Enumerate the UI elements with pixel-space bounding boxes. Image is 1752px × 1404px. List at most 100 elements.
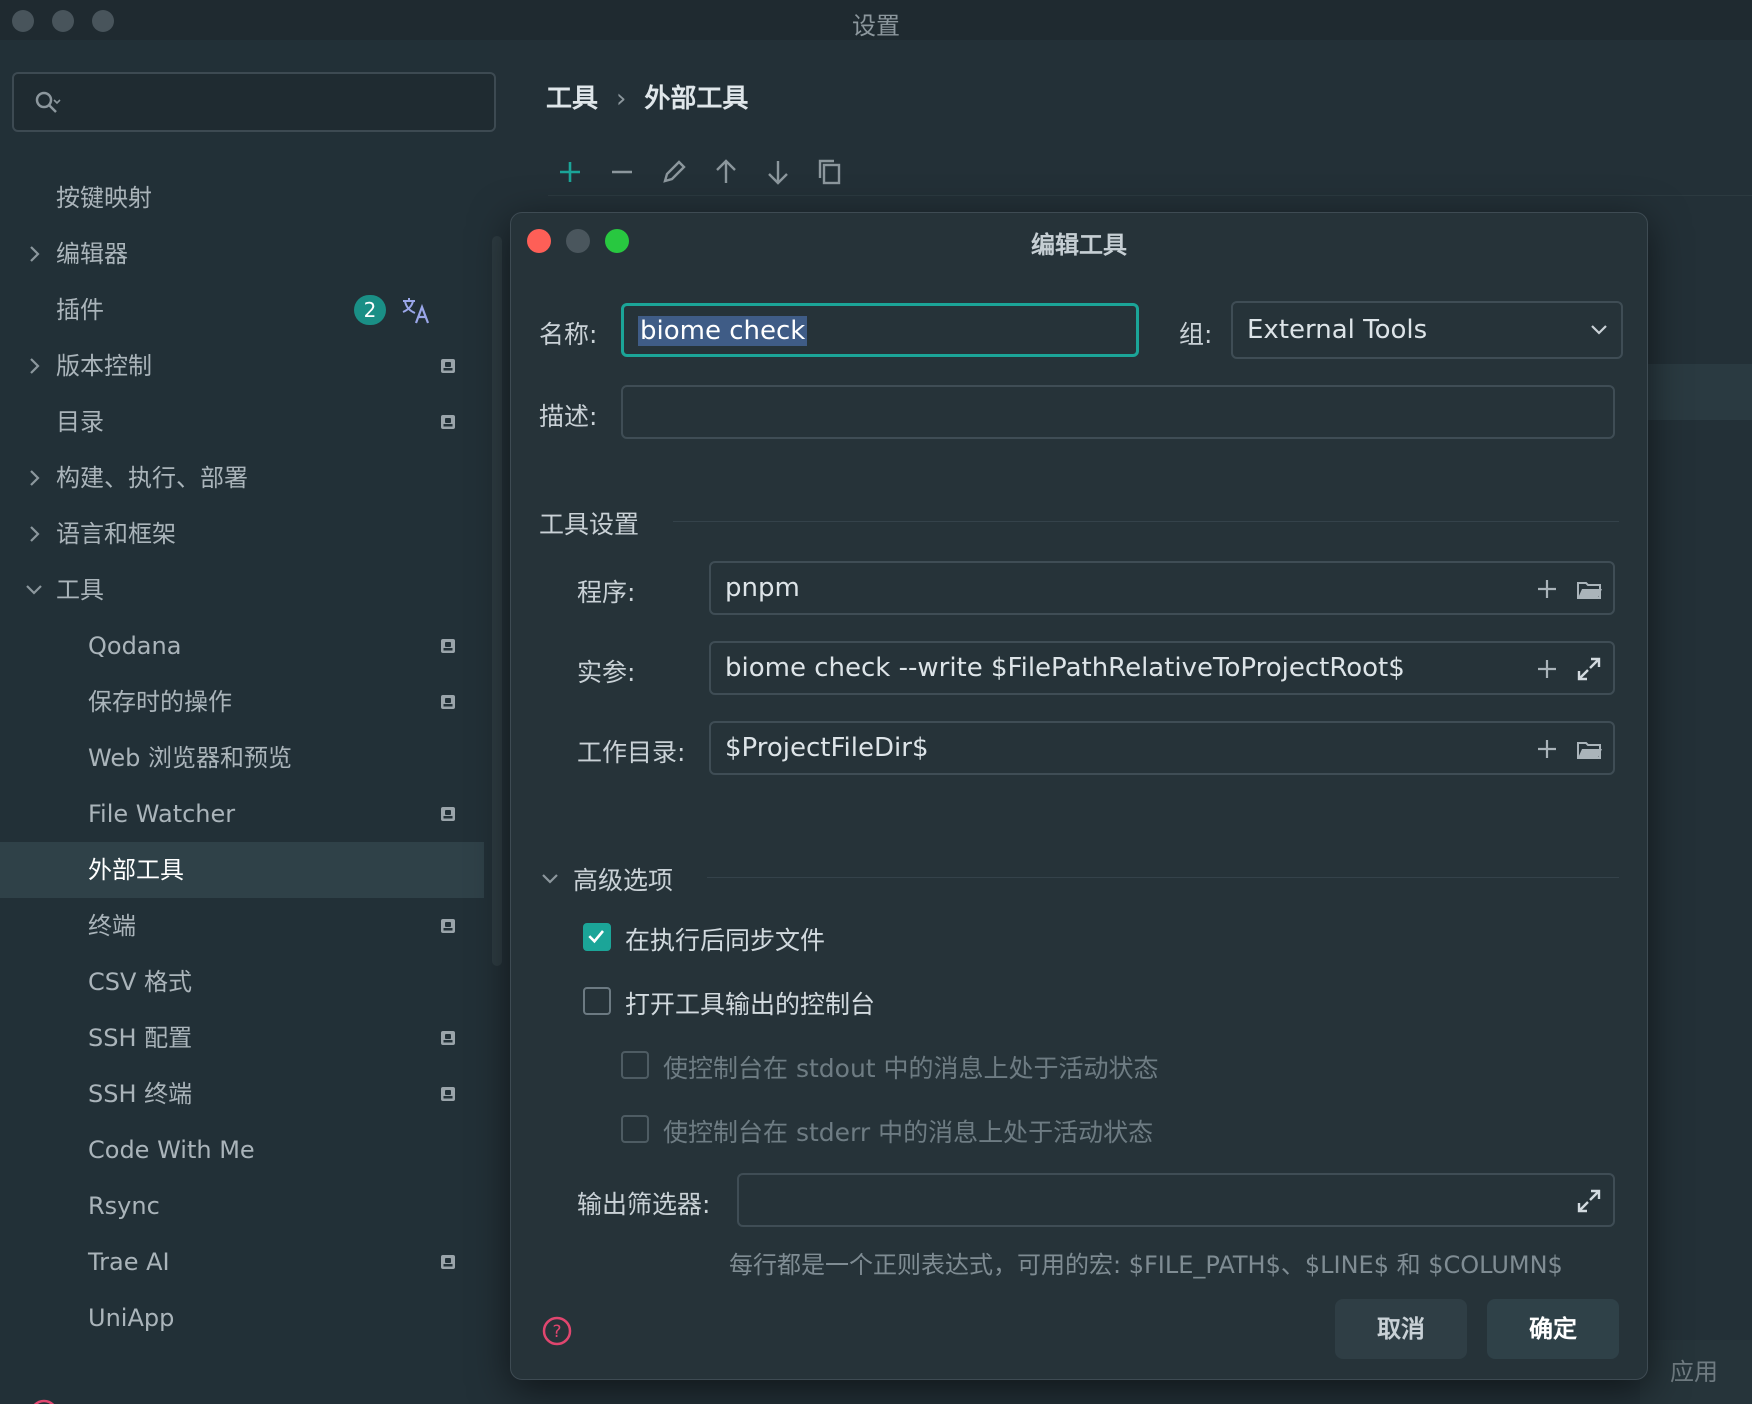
arguments-input[interactable]: biome check --write $FilePathRelativeToP…	[709, 641, 1615, 695]
sidebar-item[interactable]: UniApp	[0, 1290, 484, 1346]
apply-button[interactable]: 应用(A)	[1640, 1340, 1752, 1404]
sidebar-item[interactable]: 外部工具	[0, 842, 484, 898]
insert-macro-icon[interactable]	[1533, 735, 1561, 763]
help-icon[interactable]: ?	[541, 1315, 573, 1347]
group-value: External Tools	[1247, 315, 1428, 345]
sidebar-item-label: CSV 格式	[88, 968, 193, 996]
insert-macro-icon[interactable]	[1533, 575, 1561, 603]
sidebar-item-label: 语言和框架	[56, 520, 176, 548]
breadcrumb: 工具 › 外部工具	[546, 78, 748, 115]
advanced-options-toggle[interactable]: 高级选项	[573, 861, 673, 897]
sidebar-item-label: 工具	[56, 576, 104, 604]
arguments-label: 实参:	[577, 658, 636, 687]
cancel-button[interactable]: 取消	[1335, 1299, 1467, 1359]
expand-icon[interactable]	[1575, 655, 1603, 683]
project-level-icon	[441, 1031, 455, 1045]
sidebar-item-label: 插件	[56, 296, 104, 324]
sidebar-item-label: Rsync	[88, 1192, 160, 1220]
window-title: 设置	[852, 12, 900, 40]
tool-settings-title: 工具设置	[539, 510, 640, 539]
output-filter-hint: 每行都是一个正则表达式，可用的宏: $FILE_PATH$、$LINE$ 和 $…	[729, 1251, 1563, 1279]
help-icon[interactable]: ?	[28, 1398, 60, 1404]
sidebar-item[interactable]: CSV 格式	[0, 954, 484, 1010]
name-value: biome check	[638, 316, 808, 346]
sidebar-item[interactable]: 语言和框架	[0, 506, 484, 562]
sidebar-item[interactable]: File Watcher	[0, 786, 484, 842]
project-level-icon	[441, 359, 455, 373]
move-up-icon[interactable]	[710, 156, 742, 188]
project-level-icon	[441, 415, 455, 429]
folder-icon[interactable]	[1575, 735, 1603, 763]
name-label: 名称:	[539, 320, 598, 349]
sidebar-item[interactable]: 版本控制	[0, 338, 484, 394]
sidebar-item[interactable]: SSH 配置	[0, 1010, 484, 1066]
name-input[interactable]: biome check	[621, 303, 1139, 357]
description-input[interactable]	[621, 385, 1615, 439]
sidebar-item[interactable]: 构建、执行、部署	[0, 450, 484, 506]
sidebar-item[interactable]: 终端	[0, 898, 484, 954]
project-level-icon	[441, 639, 455, 653]
open-console-label[interactable]: 打开工具输出的控制台	[625, 985, 875, 1021]
sidebar-item[interactable]: 按键映射	[0, 170, 484, 226]
stderr-active-checkbox[interactable]	[621, 1115, 649, 1143]
program-label: 程序:	[577, 578, 636, 607]
chevron-down-icon[interactable]	[24, 562, 44, 618]
sidebar-item[interactable]: Rsync	[0, 1178, 484, 1234]
settings-sidebar: 按键映射 编辑器 插件 2 版本控制 目录构建、执行、部署 语言和框架工具 Qodana 保存时…	[0, 40, 502, 1404]
sidebar-item-label: 构建、执行、部署	[56, 464, 248, 492]
sidebar-item-label: Web 浏览器和预览	[88, 744, 292, 772]
folder-icon[interactable]	[1575, 575, 1603, 603]
project-level-icon	[441, 919, 455, 933]
svg-text:?: ?	[552, 1322, 561, 1342]
sidebar-item[interactable]: Code With Me	[0, 1122, 484, 1178]
group-label: 组:	[1179, 320, 1213, 349]
section-divider	[673, 521, 1619, 522]
ok-button[interactable]: 确定	[1487, 1299, 1619, 1359]
move-down-icon[interactable]	[762, 156, 794, 188]
sidebar-item[interactable]: 插件 2	[0, 282, 484, 338]
sidebar-item[interactable]: 工具	[0, 562, 484, 618]
breadcrumb-current: 外部工具	[644, 84, 749, 114]
program-value: pnpm	[725, 573, 800, 603]
remove-icon[interactable]	[606, 156, 638, 188]
group-combobox[interactable]: External Tools	[1231, 301, 1623, 359]
chevron-right-icon[interactable]	[24, 506, 44, 562]
edit-icon[interactable]	[658, 156, 690, 188]
sidebar-item-label: 保存时的操作	[88, 688, 232, 716]
working-directory-input[interactable]: $ProjectFileDir$	[709, 721, 1615, 775]
expand-icon[interactable]	[1575, 1187, 1603, 1215]
window-titlebar: 设置	[0, 0, 1752, 40]
sync-files-checkbox[interactable]	[583, 923, 611, 951]
working-directory-value: $ProjectFileDir$	[725, 733, 929, 763]
chevron-right-icon[interactable]	[24, 226, 44, 282]
sidebar-item[interactable]: Qodana	[0, 618, 484, 674]
copy-icon[interactable]	[814, 156, 846, 188]
edit-tool-dialog: 编辑工具 名称: biome check 组: External Tools 描…	[510, 212, 1648, 1380]
open-console-checkbox[interactable]	[583, 987, 611, 1015]
settings-search-input[interactable]	[12, 72, 496, 132]
sync-files-label[interactable]: 在执行后同步文件	[625, 921, 825, 957]
chevron-right-icon[interactable]	[24, 450, 44, 506]
sidebar-item-label: UniApp	[88, 1304, 175, 1332]
sidebar-scrollbar[interactable]	[492, 236, 502, 966]
chevron-down-icon	[1591, 325, 1607, 335]
output-filter-input[interactable]	[737, 1173, 1615, 1227]
sidebar-item[interactable]: Trae AI	[0, 1234, 484, 1290]
sidebar-item[interactable]: 目录	[0, 394, 484, 450]
tool-list-row[interactable]	[1640, 364, 1752, 420]
stderr-active-label: 使控制台在 stderr 中的消息上处于活动状态	[663, 1118, 1154, 1147]
sidebar-item[interactable]: SSH 终端	[0, 1066, 484, 1122]
sidebar-item[interactable]: 编辑器	[0, 226, 484, 282]
sidebar-item-label: SSH 终端	[88, 1080, 193, 1108]
insert-macro-icon[interactable]	[1533, 655, 1561, 683]
chevron-right-icon[interactable]	[24, 338, 44, 394]
sidebar-item[interactable]: 保存时的操作	[0, 674, 484, 730]
dialog-title: 编辑工具	[1031, 231, 1127, 259]
project-level-icon	[441, 695, 455, 709]
add-icon[interactable]	[554, 156, 586, 188]
chevron-down-icon[interactable]	[539, 867, 561, 889]
sidebar-item[interactable]: Web 浏览器和预览	[0, 730, 484, 786]
program-input[interactable]: pnpm	[709, 561, 1615, 615]
stdout-active-checkbox[interactable]	[621, 1051, 649, 1079]
breadcrumb-parent[interactable]: 工具	[546, 84, 598, 114]
